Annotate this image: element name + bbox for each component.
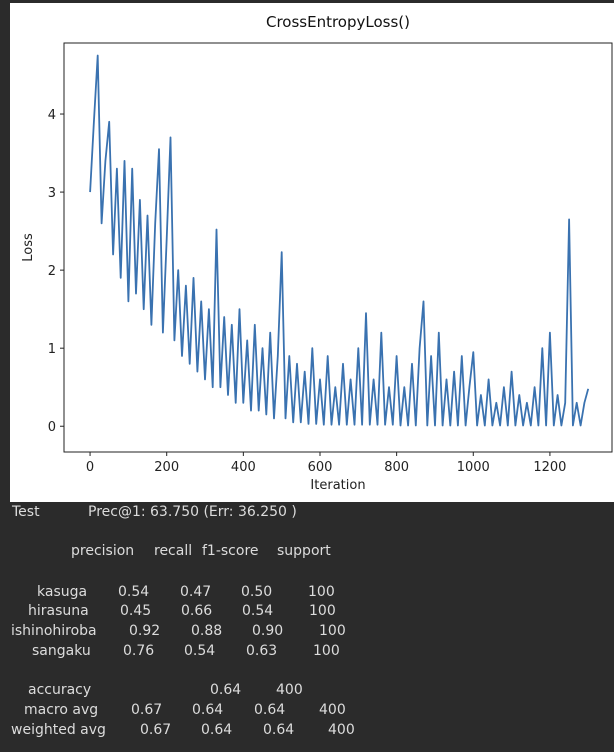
report-header-support: support [277, 543, 331, 559]
x-tick-label: 1000 [457, 460, 490, 475]
report-cell: 0.67 [131, 702, 163, 718]
y-tick-label: 3 [48, 186, 56, 201]
report-cell: 0.92 [129, 623, 161, 639]
report-cell: 100 [308, 584, 335, 600]
report-cell: 0.64 [192, 702, 224, 718]
report-row-label: accuracy [28, 682, 92, 698]
chart-title: CrossEntropyLoss() [266, 13, 410, 31]
test-result: Prec@1: 63.750 (Err: 36.250 ) [88, 504, 297, 520]
report-row-label: hirasuna [28, 603, 89, 619]
report-cell: 400 [328, 722, 355, 738]
report-cell: 0.54 [184, 643, 216, 659]
report-header-recall: recall [154, 543, 193, 559]
x-tick-label: 800 [384, 460, 409, 475]
report-header-precision: precision [71, 543, 135, 559]
report-cell: 0.64 [254, 702, 286, 718]
report-cell: 400 [319, 702, 346, 718]
report-row-label: macro avg [24, 702, 99, 718]
loss-chart-figure: CrossEntropyLoss() 0 200 400 600 800 1000 1200 0… [10, 3, 614, 502]
y-tick-label: 0 [48, 420, 56, 435]
report-cell: 0.45 [120, 603, 152, 619]
report-cell: 0.47 [180, 584, 212, 600]
test-label: Test [12, 504, 40, 520]
report-row-label: weighted avg [11, 722, 106, 738]
report-cell: 0.54 [242, 603, 274, 619]
report-cell: 400 [276, 682, 303, 698]
report-cell: 0.50 [241, 584, 273, 600]
report-cell: 0.64 [263, 722, 295, 738]
x-tick-label: 600 [308, 460, 333, 475]
report-row-label: sangaku [32, 643, 91, 659]
loss-series-line [89, 54, 590, 427]
x-tick-label: 400 [231, 460, 256, 475]
report-cell: 100 [309, 603, 336, 619]
report-cell: 0.64 [201, 722, 233, 738]
report-cell: 100 [319, 623, 346, 639]
report-cell: 0.76 [123, 643, 155, 659]
y-tick-label: 2 [48, 264, 56, 279]
x-tick-label: 1200 [533, 460, 566, 475]
y-axis-label: Loss [21, 233, 36, 262]
x-tick-label: 0 [86, 460, 94, 475]
x-tick-label: 200 [154, 460, 179, 475]
report-cell: 0.67 [140, 722, 172, 738]
y-tick-label: 1 [48, 342, 56, 357]
report-cell: 0.90 [252, 623, 284, 639]
y-tick-label: 4 [48, 108, 56, 123]
report-cell: 0.66 [181, 603, 213, 619]
report-cell: 100 [313, 643, 340, 659]
report-cell: 0.63 [246, 643, 278, 659]
loss-chart: CrossEntropyLoss() 0 200 400 600 800 1000 1200 0… [21, 13, 613, 493]
report-cell: 0.88 [191, 623, 223, 639]
report-row-label: kasuga [37, 584, 88, 600]
report-row-label: ishinohiroba [11, 623, 97, 639]
x-axis-label: Iteration [310, 478, 365, 493]
report-cell: 0.64 [210, 682, 242, 698]
report-cell: 0.54 [118, 584, 150, 600]
report-header-f1-score: f1-score [202, 543, 259, 559]
